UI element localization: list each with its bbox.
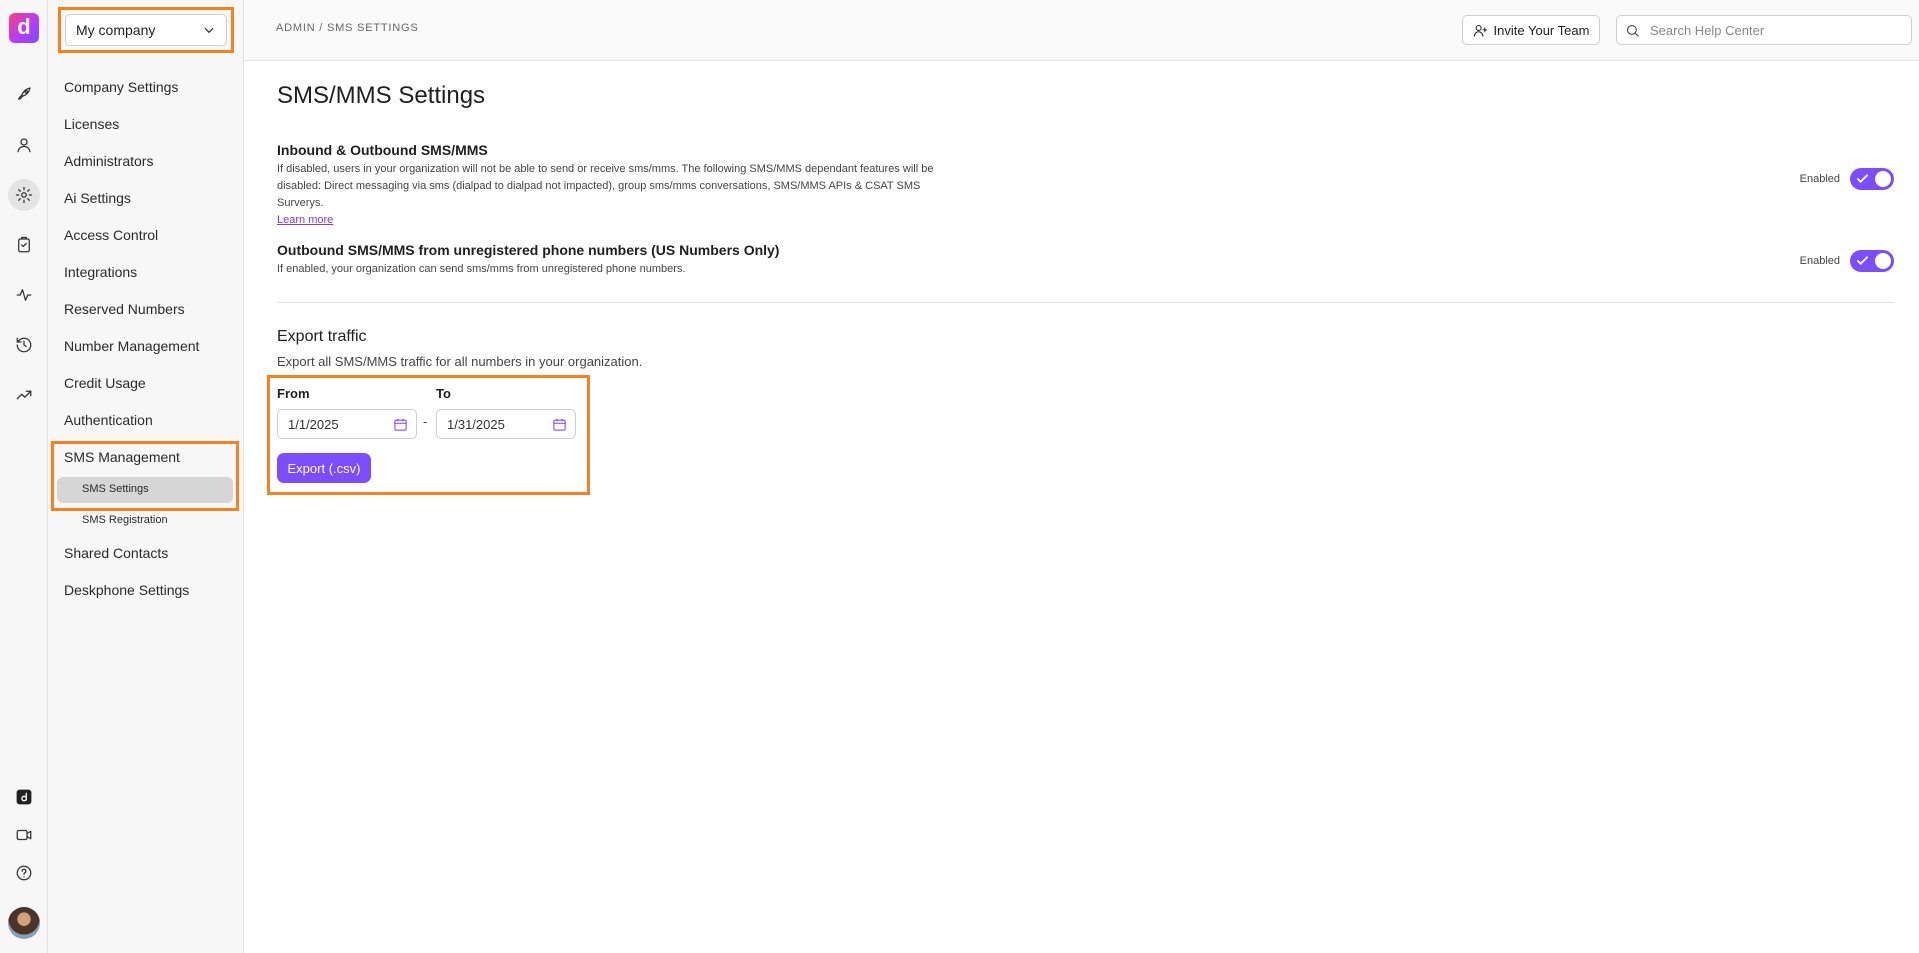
video-icon[interactable] — [8, 819, 40, 851]
person-icon[interactable] — [8, 129, 40, 161]
sidebar-item-company-settings[interactable]: Company Settings — [64, 79, 178, 95]
unregistered-numbers-description: If enabled, your organization can send s… — [277, 263, 686, 275]
date-range-separator: - — [423, 414, 428, 429]
calendar-icon[interactable] — [552, 417, 567, 432]
dialpad-app-icon[interactable] — [8, 781, 40, 813]
sidebar-item-shared-contacts[interactable]: Shared Contacts — [64, 545, 168, 561]
sidebar-subitem-sms-registration[interactable]: SMS Registration — [82, 514, 168, 526]
sidebar-item-sms-management[interactable]: SMS Management — [64, 449, 180, 465]
invite-team-button[interactable]: Invite Your Team — [1462, 15, 1600, 45]
to-date-input[interactable]: 1/31/2025 — [436, 409, 576, 439]
inbound-outbound-desc-text: If disabled, users in your organization … — [277, 163, 934, 209]
breadcrumb: ADMIN / SMS SETTINGS — [276, 22, 419, 34]
sidebar-item-reserved-numbers[interactable]: Reserved Numbers — [64, 301, 185, 317]
help-search — [1616, 15, 1912, 45]
sidebar-item-administrators[interactable]: Administrators — [64, 153, 153, 169]
settings-sidebar: My company Company Settings Licenses Adm… — [48, 0, 244, 953]
company-name: My company — [76, 22, 156, 38]
section-divider — [277, 302, 1894, 303]
check-icon — [1857, 174, 1868, 184]
sidebar-item-credit-usage[interactable]: Credit Usage — [64, 375, 146, 391]
inbound-outbound-title: Inbound & Outbound SMS/MMS — [277, 142, 488, 158]
inbound-outbound-status: Enabled — [1799, 173, 1840, 185]
user-avatar[interactable] — [8, 907, 40, 939]
sidebar-item-integrations[interactable]: Integrations — [64, 264, 137, 280]
export-csv-button[interactable]: Export (.csv) — [277, 453, 371, 483]
sidebar-item-access-control[interactable]: Access Control — [64, 227, 158, 243]
export-traffic-title: Export traffic — [277, 328, 367, 345]
sidebar-item-licenses[interactable]: Licenses — [64, 116, 119, 132]
sidebar-item-deskphone-settings[interactable]: Deskphone Settings — [64, 582, 189, 598]
chevron-down-icon — [204, 27, 214, 34]
clipboard-icon[interactable] — [8, 229, 40, 261]
to-label: To — [436, 386, 451, 401]
from-date-input[interactable]: 1/1/2025 — [277, 409, 417, 439]
page-title: SMS/MMS Settings — [277, 82, 486, 109]
from-label: From — [277, 386, 310, 401]
calendar-icon[interactable] — [393, 417, 408, 432]
company-selector-highlight: My company — [58, 7, 234, 53]
activity-icon[interactable] — [8, 279, 40, 311]
from-date-value: 1/1/2025 — [288, 416, 339, 432]
trending-icon[interactable] — [8, 379, 40, 411]
check-icon — [1857, 256, 1868, 266]
export-traffic-description: Export all SMS/MMS traffic for all numbe… — [277, 354, 643, 369]
help-icon[interactable] — [8, 857, 40, 889]
sidebar-item-authentication[interactable]: Authentication — [64, 412, 153, 428]
company-selector[interactable]: My company — [65, 14, 227, 46]
learn-more-link[interactable]: Learn more — [277, 212, 333, 229]
rocket-icon[interactable] — [8, 78, 40, 110]
dialpad-logo[interactable]: d — [9, 13, 39, 43]
search-icon — [1626, 24, 1639, 37]
inbound-outbound-toggle[interactable] — [1850, 168, 1894, 190]
icon-rail: d — [0, 0, 48, 953]
inbound-outbound-toggle-group: Enabled — [1800, 168, 1894, 190]
toggle-knob — [1875, 253, 1891, 269]
toggle-knob — [1875, 171, 1891, 187]
logo-letter: d — [17, 14, 31, 39]
history-icon[interactable] — [8, 329, 40, 361]
gear-icon[interactable] — [8, 179, 40, 211]
unregistered-numbers-status: Enabled — [1799, 255, 1840, 267]
sidebar-item-ai-settings[interactable]: Ai Settings — [64, 190, 131, 206]
unregistered-numbers-title: Outbound SMS/MMS from unregistered phone… — [277, 242, 780, 258]
inbound-outbound-description: If disabled, users in your organization … — [277, 161, 957, 229]
unregistered-numbers-toggle[interactable] — [1850, 250, 1894, 272]
sidebar-item-number-management[interactable]: Number Management — [64, 338, 199, 354]
add-user-icon — [1473, 24, 1487, 37]
unregistered-numbers-toggle-group: Enabled — [1800, 250, 1894, 272]
top-header: ADMIN / SMS SETTINGS Invite Your Team — [244, 0, 1919, 61]
to-date-value: 1/31/2025 — [447, 416, 505, 432]
sidebar-subitem-sms-settings[interactable]: SMS Settings — [82, 483, 149, 495]
invite-team-label: Invite Your Team — [1493, 22, 1590, 38]
help-search-input[interactable] — [1648, 21, 1902, 39]
